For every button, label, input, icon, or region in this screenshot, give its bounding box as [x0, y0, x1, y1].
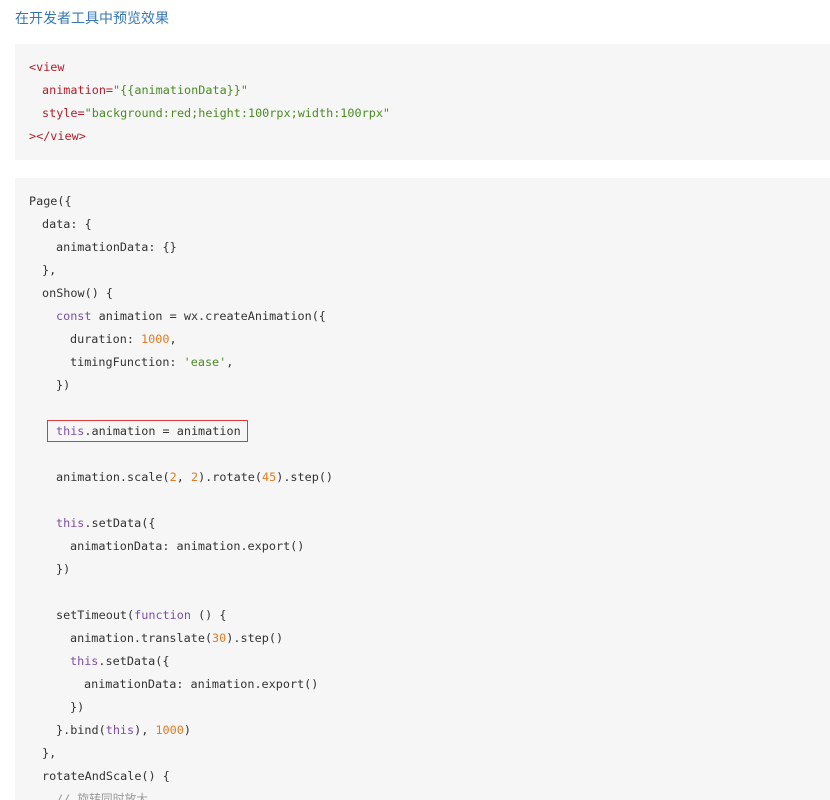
- code-line: this.animation = animation: [29, 420, 248, 443]
- code-text: () {: [190, 608, 227, 622]
- tag-open: <view: [29, 60, 65, 74]
- code-line: }): [29, 696, 84, 719]
- code-text: timingFunction:: [70, 355, 184, 369]
- js-code-block: Page({ data: { animationData: {} }, onSh…: [15, 178, 830, 800]
- code-text: ,: [226, 355, 234, 369]
- code-text: .setData({: [98, 654, 170, 668]
- code-line: animationData: animation.export(): [29, 535, 304, 558]
- string-literal: 'ease': [183, 355, 227, 369]
- code-line: }.bind(this), 1000): [29, 719, 191, 742]
- code-text: animationData: animation.export(): [84, 677, 319, 691]
- preview-in-devtools-link[interactable]: 在开发者工具中预览效果: [15, 8, 169, 28]
- code-line: this.setData({: [29, 512, 155, 535]
- code-line: animation.scale(2, 2).rotate(45).step(): [29, 466, 333, 489]
- code-line: },: [29, 742, 56, 765]
- code-line: animation="{{animationData}}": [29, 79, 248, 102]
- code-text: .animation = animation: [84, 424, 241, 438]
- number-literal: 2: [190, 470, 199, 484]
- code-text: }): [56, 378, 71, 392]
- number-literal: 1000: [155, 723, 184, 737]
- code-text: }): [56, 562, 71, 576]
- code-text: ).step(): [276, 470, 334, 484]
- number-literal: 30: [212, 631, 227, 645]
- code-line: this.setData({: [29, 650, 169, 673]
- code-text: ): [183, 723, 191, 737]
- code-line: duration: 1000,: [29, 328, 177, 351]
- code-text: .setData({: [84, 516, 156, 530]
- code-line: animation.translate(30).step(): [29, 627, 283, 650]
- code-text: ,: [176, 470, 191, 484]
- code-text: }.bind(: [56, 723, 106, 737]
- code-line: animationData: {}: [29, 236, 177, 259]
- attr-value: "{{animationData}}": [113, 83, 248, 97]
- code-text: },: [42, 263, 57, 277]
- code-line: rotateAndScale() {: [29, 765, 170, 788]
- code-line: ></view>: [29, 125, 86, 148]
- code-text: ).step(): [226, 631, 284, 645]
- keyword: const: [56, 309, 92, 323]
- code-line: onShow() {: [29, 282, 113, 305]
- code-text: ).rotate(: [198, 470, 262, 484]
- code-line: data: {: [29, 213, 92, 236]
- attr-value: "background:red;height:100rpx;width:100r…: [84, 106, 391, 120]
- code-line: setTimeout(function () {: [29, 604, 226, 627]
- code-line: timingFunction: 'ease',: [29, 351, 233, 374]
- code-text: duration:: [70, 332, 142, 346]
- code-text: Page({: [29, 194, 72, 208]
- code-line: style="background:red;height:100rpx;widt…: [29, 102, 390, 125]
- code-text: animationData: animation.export(): [70, 539, 305, 553]
- keyword: this: [56, 424, 85, 438]
- code-text: setTimeout(: [56, 608, 135, 622]
- keyword: function: [134, 608, 191, 622]
- attr-name: style=: [42, 106, 85, 120]
- code-text: animation = wx.createAnimation({: [91, 309, 326, 323]
- number-literal: 2: [169, 470, 177, 484]
- keyword: this: [56, 516, 85, 530]
- code-line: }): [29, 558, 70, 581]
- code-text: rotateAndScale() {: [42, 769, 170, 783]
- code-line: Page({: [29, 190, 72, 213]
- keyword: this: [70, 654, 99, 668]
- code-text: animation.scale(: [56, 470, 170, 484]
- code-text: },: [42, 746, 57, 760]
- keyword: this: [105, 723, 135, 737]
- code-line: }): [29, 374, 70, 397]
- code-line: <view: [29, 56, 65, 79]
- wxml-code-block: <view animation="{{animationData}}" styl…: [15, 44, 830, 160]
- code-text: animation.translate(: [70, 631, 213, 645]
- attr-name: animation=: [42, 83, 114, 97]
- number-literal: 45: [262, 470, 277, 484]
- code-line: // 旋转同时放大: [29, 788, 148, 800]
- code-text: data: {: [42, 217, 92, 231]
- code-text: ),: [134, 723, 156, 737]
- code-line: },: [29, 259, 56, 282]
- code-text: animationData: {}: [56, 240, 177, 254]
- highlighted-statement: this.animation = animation: [47, 420, 248, 442]
- code-line: const animation = wx.createAnimation({: [29, 305, 326, 328]
- code-line: animationData: animation.export(): [29, 673, 318, 696]
- tag-close: ></view>: [29, 129, 86, 143]
- comment: // 旋转同时放大: [56, 792, 149, 800]
- number-literal: 1000: [141, 332, 170, 346]
- code-text: ,: [169, 332, 177, 346]
- code-text: onShow() {: [42, 286, 114, 300]
- code-text: }): [70, 700, 85, 714]
